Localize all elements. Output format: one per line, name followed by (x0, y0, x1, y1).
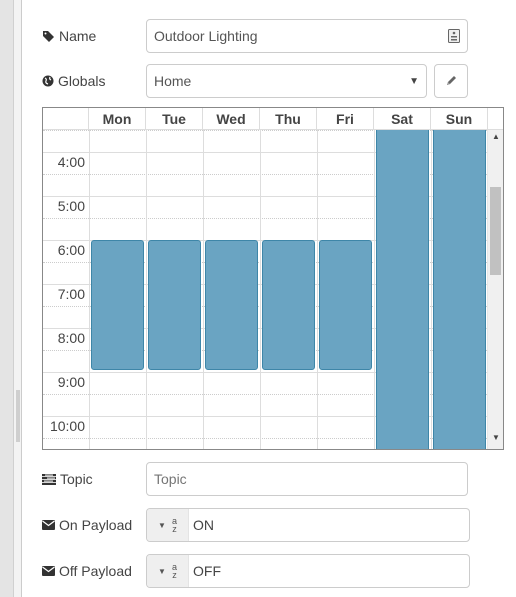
day-header-sat: Sat (374, 108, 431, 130)
column-divider (374, 130, 375, 449)
on-payload-row: On Payload ▼ az ON (42, 508, 470, 542)
envelope-icon (42, 520, 55, 530)
time-label: 8:00 (57, 330, 85, 346)
time-label: 9:00 (57, 374, 85, 390)
schedule-event-tue[interactable] (148, 240, 201, 370)
caret-down-icon: ▼ (158, 520, 166, 530)
column-divider (317, 130, 318, 449)
tasks-icon (42, 473, 56, 485)
pencil-icon (447, 76, 456, 85)
az-icon: az (171, 516, 177, 534)
day-header-mon: Mon (89, 108, 146, 130)
time-label: 6:00 (57, 242, 85, 258)
off-payload-label: Off Payload (42, 563, 146, 579)
caret-down-icon: ▼ (158, 566, 166, 576)
scroll-down-arrow-icon[interactable]: ▼ (488, 433, 503, 447)
day-header-sun: Sun (431, 108, 488, 130)
weekly-schedule: Mon Tue Wed Thu Fri Sat Sun 4:00 5:00 6:00 7:00 8:… (42, 107, 504, 450)
day-header-tue: Tue (146, 108, 203, 130)
topic-row: Topic (42, 462, 468, 496)
column-divider (203, 130, 204, 449)
schedule-event-sun[interactable] (433, 130, 486, 449)
schedule-event-wed[interactable] (205, 240, 258, 370)
schedule-event-sat[interactable] (376, 130, 429, 449)
name-row: Name Outdoor Lighting (42, 19, 468, 53)
topic-input[interactable] (146, 462, 468, 496)
globe-icon (42, 75, 54, 87)
off-payload-input[interactable]: ▼ az OFF (146, 554, 470, 588)
schedule-event-mon[interactable] (91, 240, 144, 370)
column-divider (146, 130, 147, 449)
on-payload-type-button[interactable]: ▼ az (147, 509, 189, 541)
column-divider (431, 130, 432, 449)
column-divider (260, 130, 261, 449)
off-payload-type-button[interactable]: ▼ az (147, 555, 189, 587)
on-payload-input[interactable]: ▼ az ON (146, 508, 470, 542)
name-input[interactable]: Outdoor Lighting (146, 19, 468, 53)
az-icon: az (171, 562, 177, 580)
schedule-header: Mon Tue Wed Thu Fri Sat Sun (43, 108, 503, 130)
edit-globals-button[interactable] (434, 64, 468, 98)
day-header-thu: Thu (260, 108, 317, 130)
topic-label: Topic (42, 471, 146, 487)
scroll-up-arrow-icon[interactable]: ▲ (488, 132, 503, 146)
time-label: 4:00 (57, 154, 85, 170)
chevron-down-icon: ▼ (409, 75, 419, 87)
globals-select[interactable]: Home ▼ (146, 64, 427, 98)
schedule-body[interactable]: 4:00 5:00 6:00 7:00 8:00 9:00 10:00 (43, 130, 487, 449)
schedule-scrollbar[interactable]: ▲ ▼ (487, 130, 503, 449)
globals-row: Globals Home ▼ (42, 64, 468, 98)
schedule-event-fri[interactable] (319, 240, 372, 370)
day-header-wed: Wed (203, 108, 260, 130)
properties-icon[interactable] (448, 29, 460, 43)
name-label: Name (42, 28, 146, 44)
time-label: 5:00 (57, 198, 85, 214)
time-column-header (43, 108, 89, 130)
envelope-icon (42, 566, 55, 576)
sidebar-gutter (0, 0, 14, 597)
tag-icon (43, 30, 54, 42)
panel-resize-rail[interactable] (14, 0, 22, 597)
scrollbar-thumb[interactable] (490, 187, 501, 275)
panel-resize-handle[interactable] (16, 390, 20, 442)
off-payload-row: Off Payload ▼ az OFF (42, 554, 470, 588)
globals-label: Globals (42, 73, 146, 89)
time-label: 7:00 (57, 286, 85, 302)
on-payload-label: On Payload (42, 517, 146, 533)
day-header-fri: Fri (317, 108, 374, 130)
time-label: 10:00 (49, 418, 85, 434)
schedule-event-thu[interactable] (262, 240, 315, 370)
column-divider (89, 130, 90, 449)
